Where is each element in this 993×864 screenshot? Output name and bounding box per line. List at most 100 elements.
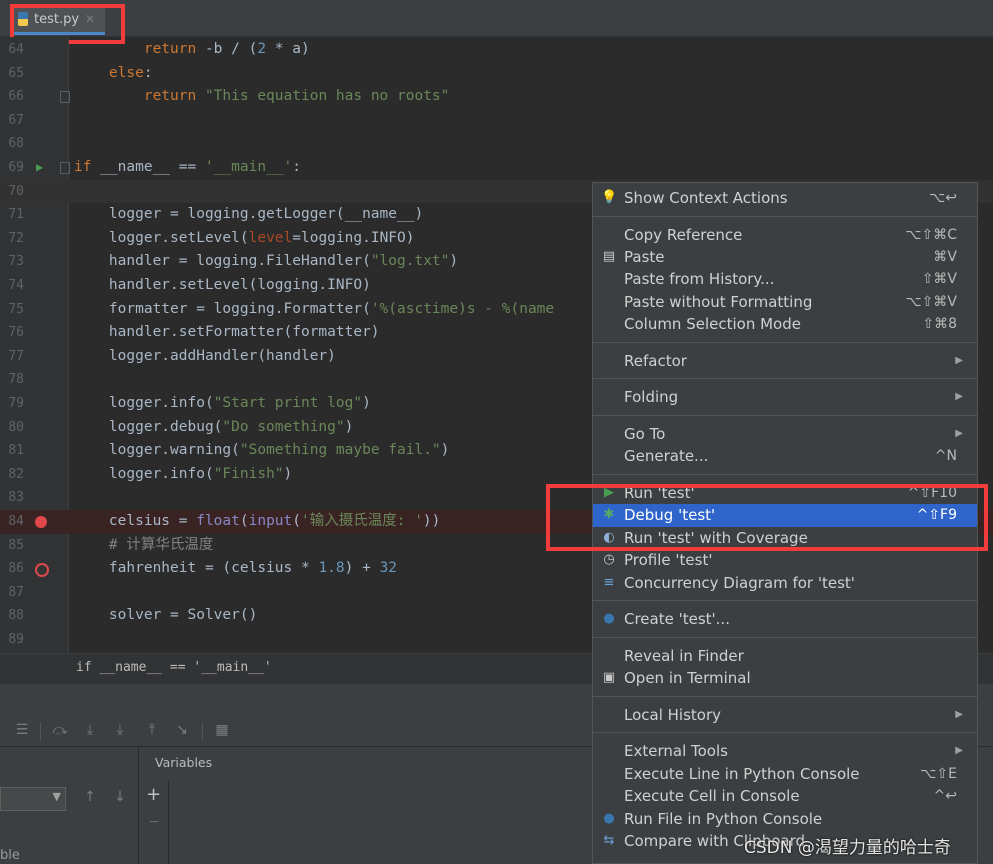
python-icon: ● xyxy=(603,611,615,627)
menu-item-execute-cell-in-console[interactable]: Execute Cell in Console ^↩ xyxy=(593,785,977,807)
line-number: 85 xyxy=(8,537,24,553)
menu-item-go-to[interactable]: Go To ▶ xyxy=(593,423,977,445)
menu-item-local-history[interactable]: Local History ▶ xyxy=(593,704,977,726)
menu-item-paste[interactable]: ▤ Paste ⌘V xyxy=(593,246,977,268)
menu-item-run-file-in-python-console[interactable]: ● Run File in Python Console xyxy=(593,808,977,830)
menu-item-label: External Tools xyxy=(624,742,728,761)
code-token: 2 xyxy=(257,41,267,57)
close-icon[interactable]: ✕ xyxy=(85,12,95,26)
frame-selector[interactable]: ▼ xyxy=(0,787,66,811)
menu-item-folding[interactable]: Folding ▶ xyxy=(593,386,977,408)
line-number: 75 xyxy=(8,301,24,317)
menu-item-concurrency-diagram-for-test[interactable]: ≡ Concurrency Diagram for 'test' xyxy=(593,572,977,594)
evaluate-expression-icon[interactable]: ▦ xyxy=(212,720,232,740)
line-number: 80 xyxy=(8,419,24,435)
menu-item-run-test[interactable]: ▶ Run 'test' ^⇧F10 xyxy=(593,482,977,504)
code-token: if xyxy=(74,159,101,175)
lightbulb-icon: 💡 xyxy=(601,190,618,205)
menu-item-external-tools[interactable]: External Tools ▶ xyxy=(593,740,977,762)
menu-item-label: Run 'test' with Coverage xyxy=(624,528,808,547)
submenu-arrow-icon: ▶ xyxy=(955,391,963,403)
code-token: "Start print log" xyxy=(213,395,363,411)
code-token: )) xyxy=(422,513,441,529)
run-to-cursor-icon[interactable]: ↘ xyxy=(172,720,192,740)
menu-item-open-in-terminal[interactable]: ▣ Open in Terminal xyxy=(593,667,977,689)
menu-item-refactor[interactable]: Refactor ▶ xyxy=(593,350,977,372)
menu-item-label: Run File in Python Console xyxy=(624,809,823,828)
line-number: 81 xyxy=(8,443,24,459)
arrow-down-icon[interactable]: ↓ xyxy=(110,787,130,807)
menu-item-reveal-in-finder[interactable]: Reveal in Finder xyxy=(593,645,977,667)
code-token: fahrenheit = (celsius * xyxy=(74,560,319,577)
menu-item-execute-line-in-python-console[interactable]: Execute Line in Python Console ⌥⇧E xyxy=(593,763,977,785)
fold-icon[interactable] xyxy=(60,162,70,174)
menu-item-copy-reference[interactable]: Copy Reference ⌥⇧⌘C xyxy=(593,224,977,246)
menu-item-shortcut: ^⇧F9 xyxy=(916,507,957,524)
line-number: 73 xyxy=(8,254,24,270)
step-out-icon[interactable]: ⤒ xyxy=(142,720,162,740)
menu-item-show-context-actions[interactable]: 💡 Show Context Actions ⌥↩ xyxy=(593,187,977,209)
disabled-breakpoint-icon[interactable] xyxy=(35,563,49,578)
breadcrumb[interactable]: if __name__ == '__main__' xyxy=(76,660,272,675)
step-over-icon[interactable]: ⤼ xyxy=(50,720,70,740)
frames-panel: ▼ ↑ ↓ xyxy=(0,747,139,864)
code-text: logger.info("Finish") xyxy=(74,463,292,487)
code-line[interactable]: 67 xyxy=(0,109,993,133)
code-line[interactable]: 65 else: xyxy=(0,62,993,86)
code-token: '输入摄氏温度: ' xyxy=(301,513,423,529)
menu-item-column-selection-mode[interactable]: Column Selection Mode ⇧⌘8 xyxy=(593,313,977,335)
line-number: 77 xyxy=(8,348,24,364)
breakpoint-icon[interactable] xyxy=(35,516,47,528)
code-line[interactable]: 64 return -b / (2 * a) xyxy=(0,38,993,62)
menu-item-profile-test[interactable]: ◷ Profile 'test' xyxy=(593,549,977,571)
code-token: logger.debug( xyxy=(74,418,223,435)
python-icon: ● xyxy=(603,810,615,826)
step-into-icon[interactable]: ⤓ xyxy=(80,720,100,740)
menu-separator xyxy=(593,378,977,380)
frames-partial-text: ble xyxy=(0,848,20,863)
fold-icon[interactable] xyxy=(60,91,70,104)
code-token: __name__ == xyxy=(100,159,205,175)
watermark: CSDN @渴望力量的哈士奇 xyxy=(744,838,951,858)
line-number: 87 xyxy=(8,584,24,600)
code-token: else xyxy=(74,64,144,81)
terminal-icon: ▣ xyxy=(602,670,616,686)
clipboard-icon: ▤ xyxy=(602,249,616,264)
layout-icon[interactable]: ☰ xyxy=(12,720,32,740)
menu-item-paste-from-history[interactable]: Paste from History... ⇧⌘V xyxy=(593,268,977,290)
submenu-arrow-icon: ▶ xyxy=(955,708,963,720)
line-number: 88 xyxy=(8,608,24,624)
add-watch-icon[interactable]: + xyxy=(146,784,161,805)
run-gutter-icon[interactable]: ▶ xyxy=(36,156,43,180)
code-text: handler.setFormatter(formatter) xyxy=(74,321,380,345)
menu-item-create-test[interactable]: ● Create 'test'... xyxy=(593,608,977,630)
arrow-up-icon[interactable]: ↑ xyxy=(80,787,100,807)
code-text: logger.info("Start print log") xyxy=(74,392,371,416)
code-line[interactable]: 68 xyxy=(0,132,993,156)
line-number: 84 xyxy=(8,514,24,529)
code-line[interactable]: 69 ▶ if __name__ == '__main__': xyxy=(0,156,993,180)
code-token: 1.8 xyxy=(318,560,345,577)
menu-separator xyxy=(593,414,977,416)
line-number: 86 xyxy=(8,561,24,577)
code-token: solver = Solver() xyxy=(74,607,258,624)
menu-item-run-test-with-coverage[interactable]: ◐ Run 'test' with Coverage xyxy=(593,527,977,549)
code-token: : xyxy=(143,64,153,81)
code-token: : xyxy=(292,159,302,175)
menu-separator xyxy=(593,341,977,343)
step-into-my-code-icon[interactable]: ⤓ xyxy=(110,720,130,740)
code-token: ) xyxy=(449,253,459,270)
menu-item-label: Execute Cell in Console xyxy=(624,787,800,806)
code-line[interactable]: 66 return "This equation has no roots" xyxy=(0,85,993,109)
file-tab[interactable]: test.py ✕ xyxy=(12,6,106,35)
menu-separator xyxy=(593,636,977,638)
code-token: logger.setLevel( xyxy=(74,229,249,246)
menu-item-paste-without-formatting[interactable]: Paste without Formatting ⌥⇧⌘V xyxy=(593,291,977,313)
remove-watch-icon[interactable]: − xyxy=(148,814,160,830)
menu-item-generate[interactable]: Generate... ^N xyxy=(593,445,977,467)
line-number: 70 xyxy=(8,183,24,199)
menu-item-debug-test[interactable]: ✱ Debug 'test' ^⇧F9 xyxy=(593,504,977,527)
code-token: level xyxy=(248,229,293,246)
line-number: 74 xyxy=(8,278,24,293)
menu-item-label: Go To xyxy=(624,425,666,443)
